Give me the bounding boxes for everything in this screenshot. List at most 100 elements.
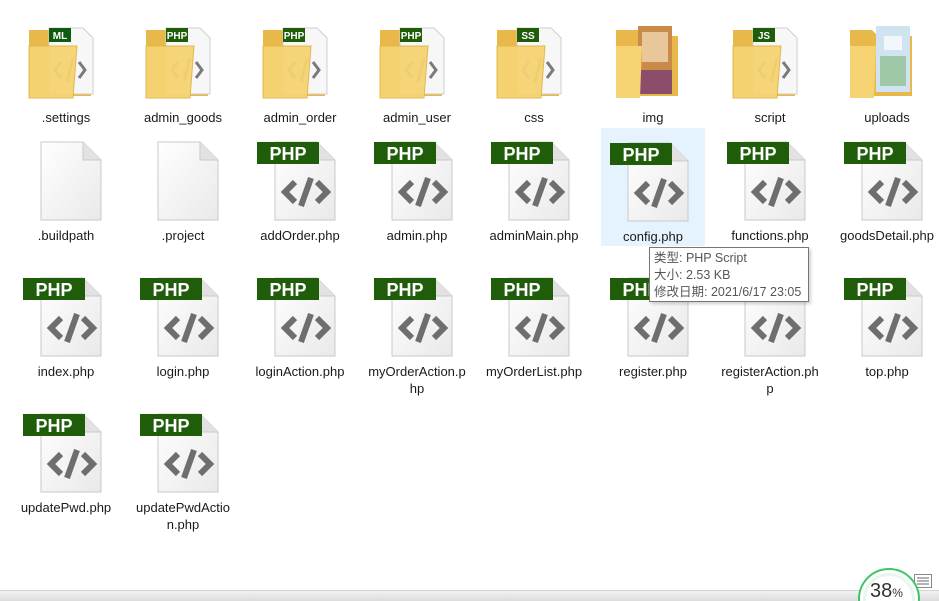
php-file-icon: PHP xyxy=(608,135,698,227)
item-label: myOrderAction.php xyxy=(368,364,466,396)
folder-icon: PHP xyxy=(372,16,462,108)
folder-icon: PHP xyxy=(138,16,228,108)
php-file-icon: PHP xyxy=(842,134,932,226)
php-file-icon: PHP xyxy=(372,270,462,362)
folder-item[interactable]: ML .settings xyxy=(14,10,118,128)
svg-text:PHP: PHP xyxy=(386,280,423,300)
svg-text:PHP: PHP xyxy=(152,280,189,300)
svg-text:PHP: PHP xyxy=(622,145,659,165)
php-file-icon: PHP xyxy=(255,270,345,362)
svg-text:PHP: PHP xyxy=(856,144,893,164)
php-file-icon: PHP xyxy=(372,134,462,226)
file-item[interactable]: PHP index.php xyxy=(14,264,118,382)
item-label: .buildpath xyxy=(37,228,95,243)
tooltip-size: 大小: 2.53 KB xyxy=(654,268,731,282)
folder-item[interactable]: PHP admin_order xyxy=(248,10,352,128)
file-item[interactable]: PHP config.php xyxy=(601,128,705,246)
speed-number: 38 xyxy=(870,580,893,601)
item-label: admin_user xyxy=(383,110,451,125)
file-item[interactable]: PHP adminMain.php xyxy=(482,128,586,246)
svg-text:PHP: PHP xyxy=(386,144,423,164)
item-label: .project xyxy=(161,228,205,243)
item-label: admin_order xyxy=(263,110,337,125)
file-item[interactable]: PHP functions.php xyxy=(718,128,822,246)
svg-text:JS: JS xyxy=(758,31,771,42)
folder-item[interactable]: SS css xyxy=(482,10,586,128)
php-file-icon: PHP xyxy=(255,134,345,226)
folder-item[interactable]: img xyxy=(601,10,705,128)
item-label: updatePwd.php xyxy=(20,500,112,515)
file-explorer-view: ML .settings PHP admin_goods PHP admin_o… xyxy=(0,0,939,601)
svg-text:PHP: PHP xyxy=(401,31,422,42)
image-folder-icon xyxy=(842,16,932,108)
php-file-icon: PHP xyxy=(21,270,111,362)
item-label: script xyxy=(754,110,786,125)
php-file-icon: PHP xyxy=(138,406,228,498)
php-file-icon: PHP xyxy=(138,270,228,362)
svg-text:PHP: PHP xyxy=(739,144,776,164)
svg-text:PHP: PHP xyxy=(152,416,189,436)
item-label: adminMain.php xyxy=(489,228,579,243)
file-item[interactable]: PHP goodsDetail.php xyxy=(835,128,939,246)
file-item[interactable]: PHP updatePwd.php xyxy=(14,400,118,518)
file-item[interactable]: PHP loginAction.php xyxy=(248,264,352,382)
item-label: registerAction.php xyxy=(721,364,819,396)
folder-item[interactable]: PHP admin_goods xyxy=(131,10,235,128)
item-label: uploads xyxy=(864,110,910,125)
file-item[interactable]: PHP myOrderAction.php xyxy=(365,264,469,396)
speed-value: 38% xyxy=(870,580,903,601)
folder-icon: SS xyxy=(489,16,579,108)
item-label: updatePwdAction.php xyxy=(136,500,230,532)
svg-text:PHP: PHP xyxy=(35,416,72,436)
item-label: addOrder.php xyxy=(260,228,340,243)
svg-text:ML: ML xyxy=(53,31,67,42)
item-label: img xyxy=(642,110,664,125)
item-label: css xyxy=(524,110,544,125)
svg-text:PHP: PHP xyxy=(284,31,305,42)
blank-file-icon xyxy=(138,134,228,226)
item-label: myOrderList.php xyxy=(485,364,583,379)
folder-icon: ML xyxy=(21,16,111,108)
php-file-icon: PHP xyxy=(489,270,579,362)
item-label: goodsDetail.php xyxy=(840,228,934,243)
svg-text:PHP: PHP xyxy=(167,31,188,42)
svg-text:PHP: PHP xyxy=(503,144,540,164)
folder-item[interactable]: PHP admin_user xyxy=(365,10,469,128)
item-label: admin_goods xyxy=(143,110,223,125)
file-item[interactable]: PHP addOrder.php xyxy=(248,128,352,246)
item-label: login.php xyxy=(156,364,210,379)
php-file-icon: PHP xyxy=(842,270,932,362)
item-label: admin.php xyxy=(386,228,448,243)
speed-unit: % xyxy=(892,586,903,600)
file-item[interactable]: .project xyxy=(131,128,235,246)
svg-text:SS: SS xyxy=(521,31,535,42)
item-label: index.php xyxy=(37,364,95,379)
svg-text:PHP: PHP xyxy=(503,280,540,300)
tooltip-date: 修改日期: 2021/6/17 23:05 xyxy=(654,285,802,299)
php-file-icon: PHP xyxy=(725,134,815,226)
svg-text:PHP: PHP xyxy=(35,280,72,300)
file-item[interactable]: .buildpath xyxy=(14,128,118,246)
file-item[interactable]: PHP login.php xyxy=(131,264,235,382)
blank-file-icon xyxy=(21,134,111,226)
item-label: top.php xyxy=(865,364,909,379)
folder-item[interactable]: uploads xyxy=(835,10,939,128)
folder-item[interactable]: JS script xyxy=(718,10,822,128)
item-label: config.php xyxy=(623,229,683,244)
php-file-icon: PHP xyxy=(489,134,579,226)
item-label: .settings xyxy=(41,110,91,125)
tooltip-type: 类型: PHP Script xyxy=(654,251,747,265)
svg-text:PHP: PHP xyxy=(269,144,306,164)
file-item[interactable]: PHP updatePwdAction.php xyxy=(131,400,235,532)
status-bar xyxy=(0,590,939,601)
file-item[interactable]: PHP admin.php xyxy=(365,128,469,246)
folder-icon: PHP xyxy=(255,16,345,108)
image-folder-icon xyxy=(608,16,698,108)
file-item[interactable]: PHP top.php xyxy=(835,264,939,382)
item-label: functions.php xyxy=(731,228,809,243)
file-item[interactable]: PHP myOrderList.php xyxy=(482,264,586,382)
item-label: loginAction.php xyxy=(255,364,345,379)
speed-widget[interactable]: 38% xyxy=(858,568,920,601)
svg-text:PHP: PHP xyxy=(856,280,893,300)
file-tooltip: 类型: PHP Script 大小: 2.53 KB 修改日期: 2021/6/… xyxy=(649,247,809,302)
